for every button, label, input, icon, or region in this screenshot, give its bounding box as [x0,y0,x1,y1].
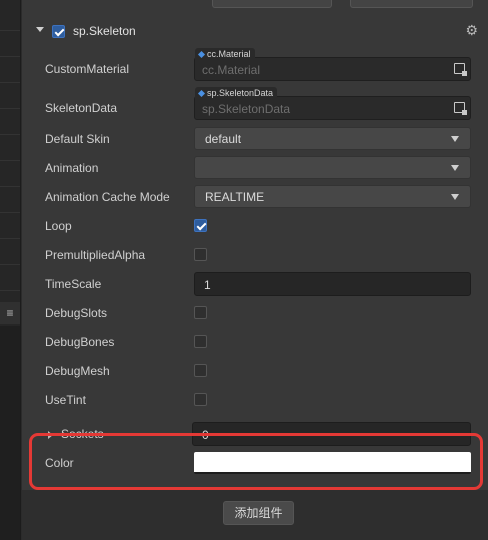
asset-type-dot-icon [197,51,206,59]
left-panel-edge: ≡ [0,0,21,540]
animation-cache-mode-value: REALTIME [205,190,265,204]
label-custom-material: CustomMaterial [45,62,130,76]
label-use-tint: UseTint [45,393,86,407]
debug-slots-checkbox[interactable] [194,306,207,319]
highlight-box [29,433,483,490]
label-animation-cache-mode: Animation Cache Mode [45,190,170,204]
component-header: sp.Skeleton ⚙ [22,17,488,45]
component-enabled-checkbox[interactable] [52,25,65,38]
dropdown-arrow-icon [451,165,459,171]
time-scale-value: 1 [204,278,211,292]
asset-type-tag: sp.SkeletonData [195,87,278,99]
asset-picker-icon[interactable] [454,63,467,76]
label-default-skin: Default Skin [45,132,110,146]
default-skin-value: default [205,132,242,146]
custom-material-field[interactable]: cc.Material cc.Material [194,48,471,81]
chevron-down-icon[interactable] [36,27,44,32]
add-component-button[interactable]: 添加组件 [223,501,294,525]
label-debug-bones: DebugBones [45,335,115,349]
skeleton-data-field[interactable]: sp.SkeletonData sp.SkeletonData [194,87,471,120]
gear-icon[interactable]: ⚙ [465,22,478,39]
loop-checkbox[interactable] [194,219,207,232]
skeleton-data-placeholder: sp.SkeletonData [202,102,291,116]
left-lower-pane [0,326,20,540]
time-scale-input[interactable]: 1 [194,272,471,296]
label-debug-slots: DebugSlots [45,306,108,320]
label-premultiplied-alpha: PremultipliedAlpha [45,248,146,262]
animation-cache-mode-select[interactable]: REALTIME [194,185,471,208]
label-debug-mesh: DebugMesh [45,364,110,378]
premultiplied-alpha-checkbox[interactable] [194,248,207,261]
hamburger-icon[interactable]: ≡ [0,302,20,324]
debug-bones-checkbox[interactable] [194,335,207,348]
label-skeleton-data: SkeletonData [45,101,118,115]
asset-picker-icon[interactable] [454,102,467,115]
top-toolbar-button-left[interactable] [212,0,332,8]
asset-type-dot-icon [197,90,206,98]
component-title: sp.Skeleton [73,24,136,38]
label-animation: Animation [45,161,99,175]
label-time-scale: TimeScale [45,277,102,291]
custom-material-placeholder: cc.Material [202,63,261,77]
default-skin-select[interactable]: default [194,127,471,150]
animation-select[interactable] [194,156,471,179]
asset-type-tag: cc.Material [195,48,255,60]
dropdown-arrow-icon [451,194,459,200]
use-tint-checkbox[interactable] [194,393,207,406]
label-loop: Loop [45,219,72,233]
top-toolbar-button-right[interactable] [350,0,473,8]
debug-mesh-checkbox[interactable] [194,364,207,377]
dropdown-arrow-icon [451,136,459,142]
